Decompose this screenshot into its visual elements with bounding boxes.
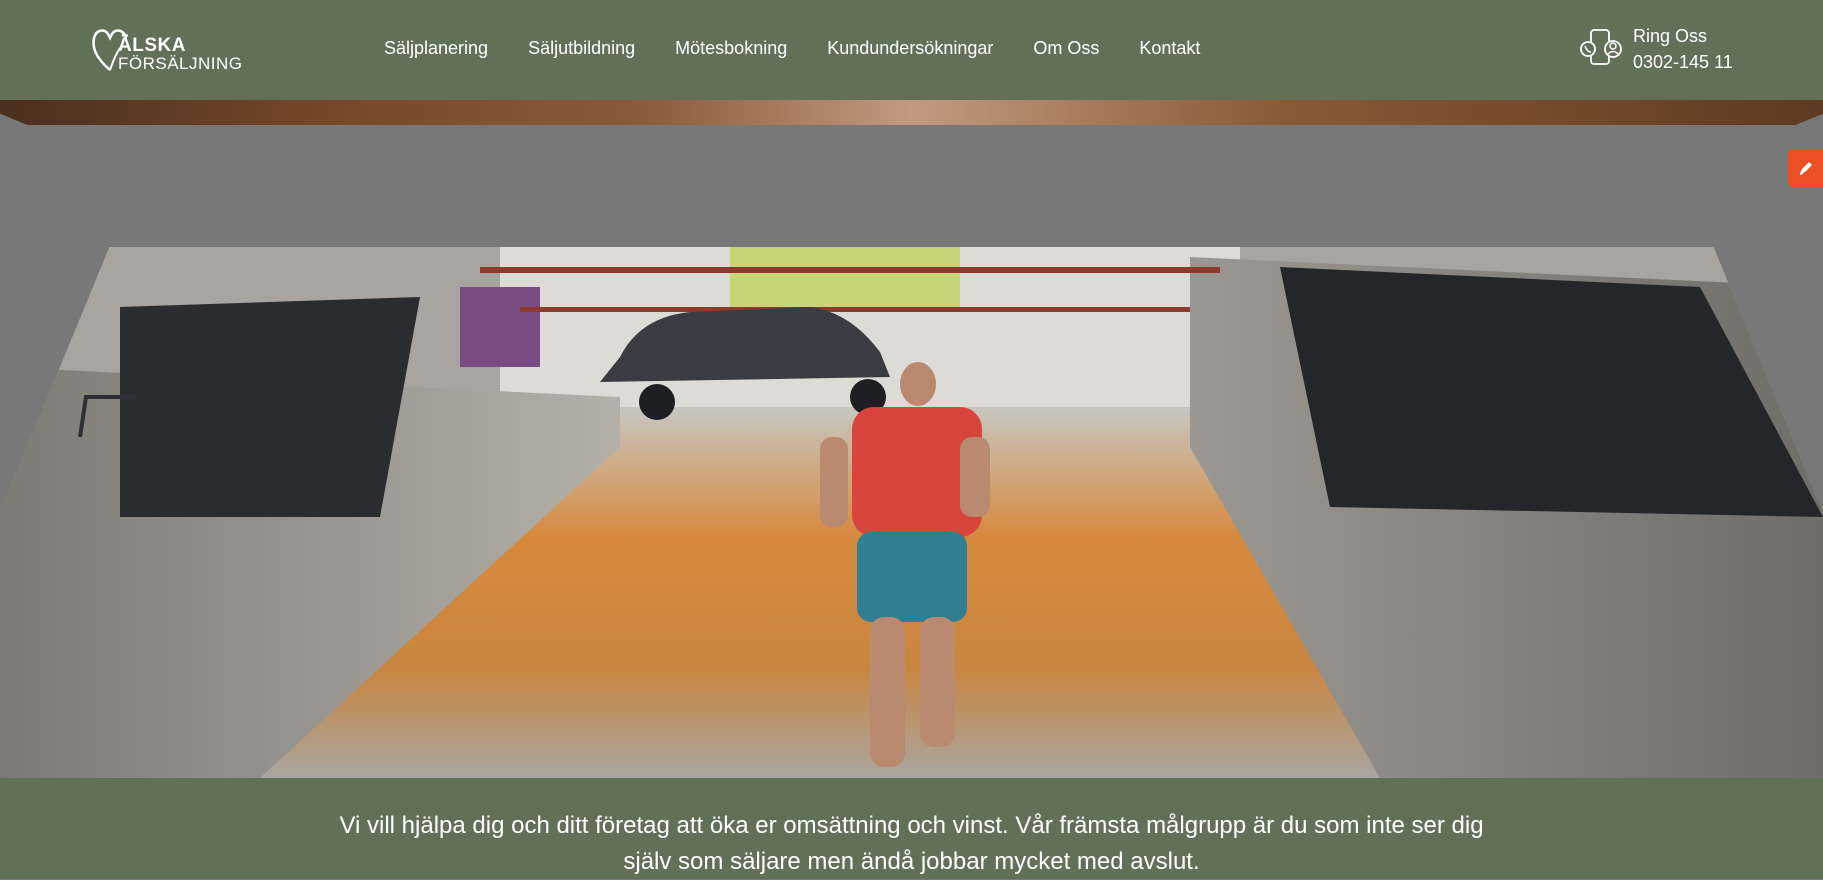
- edit-side-tab[interactable]: [1788, 149, 1823, 187]
- hero-image: [0, 247, 1823, 778]
- nav-saljutbildning[interactable]: Säljutbildning: [528, 38, 635, 59]
- logo-text-secondary: FÖRSÄLJNING: [118, 54, 243, 73]
- logo[interactable]: ÄLSKA FÖRSÄLJNING: [90, 24, 260, 76]
- nav-kundundersokningar[interactable]: Kundundersökningar: [827, 38, 993, 59]
- call-us-link[interactable]: Ring Oss 0302-145 11: [1580, 24, 1800, 76]
- nav-saljplanering[interactable]: Säljplanering: [384, 38, 488, 59]
- banner-image-strip: [0, 100, 1823, 125]
- site-header: ÄLSKA FÖRSÄLJNING Säljplanering Säljutbi…: [0, 0, 1823, 100]
- nav-om-oss[interactable]: Om Oss: [1033, 38, 1099, 59]
- nav-motesbokning[interactable]: Mötesbokning: [675, 38, 787, 59]
- contact-phone: 0302-145 11: [1633, 52, 1733, 72]
- contact-label: Ring Oss: [1633, 26, 1708, 46]
- mission-banner: Vi vill hjälpa dig och ditt företag att …: [0, 778, 1823, 879]
- pencil-icon: [1799, 162, 1812, 175]
- nav-kontakt[interactable]: Kontakt: [1139, 38, 1200, 59]
- main-nav: Säljplanering Säljutbildning Mötesboknin…: [384, 38, 1240, 59]
- mission-text: Vi vill hjälpa dig och ditt företag att …: [339, 812, 1484, 875]
- phone-contact-icon: [1580, 29, 1622, 65]
